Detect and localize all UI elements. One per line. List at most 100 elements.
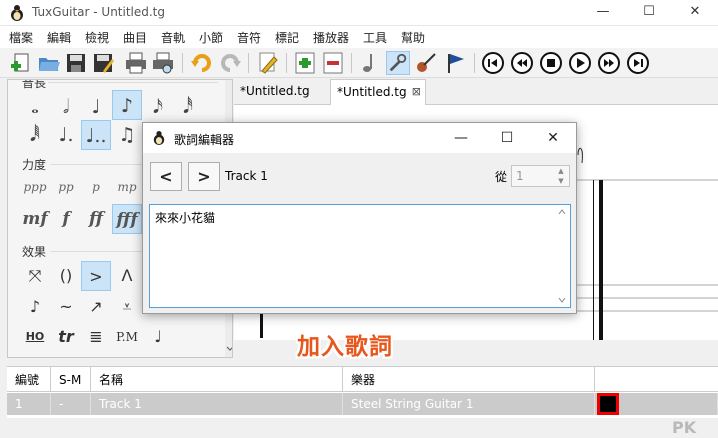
close-button[interactable]: ✕ — [672, 0, 718, 26]
close-tab-icon[interactable]: ⊠ — [412, 80, 421, 104]
lyrics-textarea[interactable]: 來來小花貓 — [149, 204, 571, 308]
sixty-fourth-note-icon[interactable]: 𝅘𝅥𝅱 — [20, 120, 50, 150]
stop-icon[interactable] — [540, 52, 562, 74]
annotation-caption: 加入歌詞 — [297, 334, 393, 360]
edit-pencil-icon[interactable] — [256, 51, 280, 75]
play-icon[interactable] — [569, 52, 591, 74]
previous-icon[interactable] — [511, 52, 533, 74]
spinner-up-icon[interactable]: ▲ — [554, 166, 568, 176]
column-header-name[interactable]: 名稱 — [91, 366, 343, 392]
redo-icon[interactable] — [218, 51, 242, 75]
menu-edit[interactable]: 編輯 — [47, 29, 71, 46]
next-track-button[interactable]: > — [188, 162, 220, 191]
column-header-solo-mute[interactable]: S-M — [51, 366, 91, 392]
menu-help[interactable]: 幫助 — [401, 29, 425, 46]
menu-file[interactable]: 檔案 — [9, 29, 33, 46]
double-dotted-note-icon[interactable]: ♩.. — [81, 120, 111, 150]
bend-icon[interactable]: ↗ — [81, 292, 111, 322]
dynamic-ff-button[interactable]: ff — [81, 204, 111, 234]
harmonic-icon[interactable]: ⩡ — [112, 292, 142, 322]
accent-icon[interactable]: > — [81, 261, 111, 291]
menu-marker[interactable]: 標記 — [275, 29, 299, 46]
dynamic-pp-button[interactable]: pp — [51, 172, 81, 202]
track-color-swatch[interactable] — [597, 393, 619, 415]
minimize-button[interactable]: — — [580, 0, 626, 26]
note-icon[interactable] — [358, 51, 382, 75]
triplet-icon[interactable]: ♫ — [112, 120, 142, 150]
save-icon[interactable] — [64, 51, 88, 75]
document-tab[interactable]: *Untitled.tg — [234, 79, 316, 105]
dynamic-mp-button[interactable]: mp — [112, 172, 142, 202]
undo-icon[interactable] — [190, 51, 214, 75]
cell-color[interactable] — [595, 393, 718, 415]
menu-note[interactable]: 音符 — [237, 29, 261, 46]
dynamic-f-button[interactable]: f — [51, 204, 81, 234]
maximize-button[interactable]: ☐ — [626, 0, 672, 26]
dynamic-p-button[interactable]: p — [81, 172, 111, 202]
lyrics-scrollbar[interactable] — [554, 205, 570, 307]
half-note-icon[interactable]: 𝅗𝅥 — [51, 92, 81, 122]
save-as-icon[interactable] — [91, 51, 115, 75]
palm-mute-icon[interactable]: P.M — [112, 322, 142, 352]
ghost-note-icon[interactable]: () — [51, 261, 81, 291]
trill-icon[interactable]: tr — [51, 322, 81, 352]
dynamic-fff-button[interactable]: fff — [112, 204, 142, 234]
dynamic-mf-button[interactable]: mf — [20, 204, 50, 234]
guitar-icon[interactable] — [414, 51, 438, 75]
from-measure-spinner[interactable]: 1 ▲ ▼ — [511, 165, 570, 187]
last-icon[interactable] — [627, 52, 649, 74]
quarter-note-icon[interactable]: ♩ — [81, 92, 111, 122]
menu-measure[interactable]: 小節 — [199, 29, 223, 46]
menu-song[interactable]: 曲目 — [123, 29, 147, 46]
dotted-note-icon[interactable]: ♩. — [51, 120, 81, 150]
menu-track[interactable]: 音軌 — [161, 29, 185, 46]
marker-flag-icon[interactable] — [443, 51, 467, 75]
dialog-maximize-button[interactable]: ☐ — [484, 126, 530, 150]
whole-note-icon[interactable]: 𝅝 — [20, 92, 50, 122]
dead-note-icon[interactable]: ⤧ — [20, 261, 50, 291]
hammer-on-icon[interactable]: HO — [20, 322, 50, 352]
open-folder-icon[interactable] — [37, 51, 61, 75]
new-file-icon[interactable] — [10, 51, 34, 75]
cell-solo-mute[interactable]: - — [51, 393, 91, 415]
column-header-instrument[interactable]: 樂器 — [343, 366, 595, 392]
chevron-up-icon[interactable] — [558, 209, 566, 215]
eighth-note-icon[interactable]: ♪ — [112, 90, 142, 120]
cell-track-name[interactable]: Track 1 — [91, 393, 343, 415]
add-measure-icon[interactable] — [293, 51, 317, 75]
tools-icon[interactable] — [386, 51, 410, 75]
document-tab-active[interactable]: *Untitled.tg ⊠ — [330, 79, 426, 105]
thirty-second-note-icon[interactable]: 𝅘𝅥𝅰 — [173, 92, 203, 122]
vibrato-icon[interactable]: ~ — [51, 292, 81, 322]
chevron-down-icon[interactable] — [226, 345, 233, 353]
next-icon[interactable] — [598, 52, 620, 74]
menu-view[interactable]: 檢視 — [85, 29, 109, 46]
menu-player[interactable]: 播放器 — [313, 29, 349, 46]
print-preview-icon[interactable] — [151, 51, 175, 75]
dynamic-ppp-button[interactable]: ppp — [20, 172, 50, 202]
track-table: 編號 S-M 名稱 樂器 1 - Track 1 Steel String Gu… — [7, 366, 718, 418]
tremolo-picking-icon[interactable]: ≣ — [81, 322, 111, 352]
cell-number[interactable]: 1 — [7, 393, 51, 415]
first-icon[interactable] — [482, 52, 504, 74]
print-icon[interactable] — [124, 51, 148, 75]
tuxguitar-logo-icon — [153, 131, 165, 145]
sixteenth-note-icon[interactable]: 𝅘𝅥𝅯 — [143, 92, 173, 122]
column-header-number[interactable]: 編號 — [7, 366, 51, 392]
cell-instrument[interactable]: Steel String Guitar 1 — [343, 393, 595, 415]
previous-track-button[interactable]: < — [150, 162, 182, 191]
menu-bar: 檔案 編輯 檢視 曲目 音軌 小節 音符 標記 播放器 工具 幫助 — [0, 26, 718, 48]
staccato-icon[interactable]: ♩ — [143, 322, 173, 352]
toolbar-separator — [351, 53, 352, 73]
table-horizontal-scrollbar[interactable] — [7, 419, 718, 438]
chevron-down-icon[interactable] — [558, 297, 566, 303]
menu-tools[interactable]: 工具 — [363, 29, 387, 46]
remove-measure-icon[interactable] — [321, 51, 345, 75]
spinner-down-icon[interactable]: ▼ — [554, 176, 568, 186]
dialog-close-button[interactable]: ✕ — [530, 126, 576, 150]
grace-note-icon[interactable]: ♪ — [20, 292, 50, 322]
toolbar-separator — [474, 53, 475, 73]
heavy-accent-icon[interactable]: Λ — [112, 261, 142, 291]
lyrics-editor-dialog: 歌詞編輯器 — ☐ ✕ < > Track 1 從 1 ▲ ▼ 來來小花貓 — [142, 122, 577, 314]
dialog-minimize-button[interactable]: — — [438, 126, 484, 150]
